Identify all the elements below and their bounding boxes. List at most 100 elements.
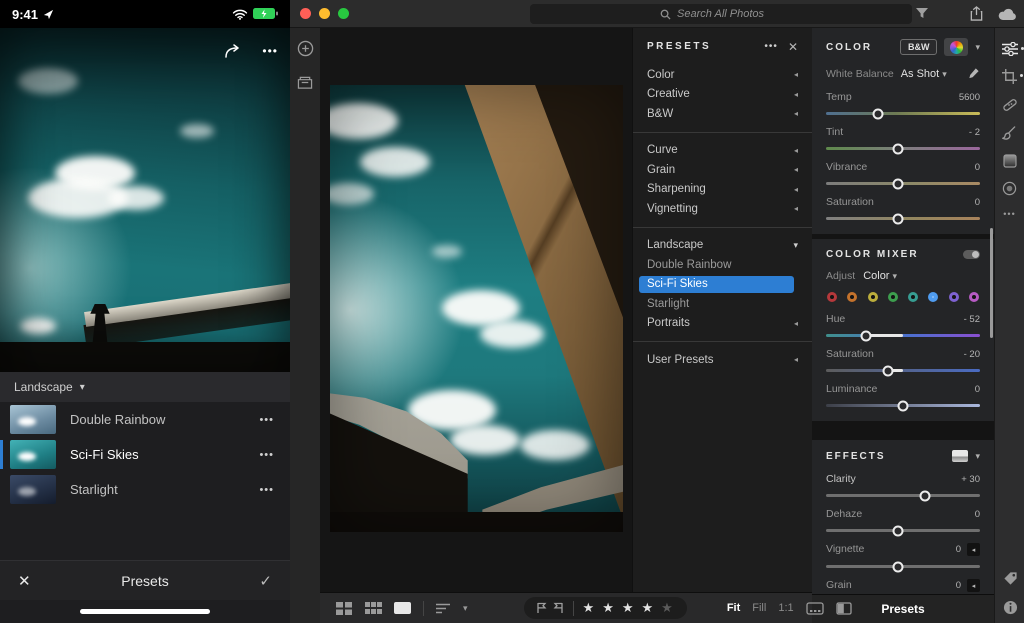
presets-close-icon[interactable]: ✕ xyxy=(788,40,798,54)
channel-magenta-dot[interactable] xyxy=(969,292,979,302)
zoom-1-1-button[interactable]: 1:1 xyxy=(778,602,793,614)
add-photos-icon[interactable] xyxy=(297,40,314,57)
filter-funnel-icon[interactable] xyxy=(915,6,929,20)
apply-check-icon[interactable]: ✓ xyxy=(259,572,272,590)
mixer-toggle-icon[interactable] xyxy=(963,250,980,259)
channel-aqua-dot[interactable] xyxy=(908,292,918,302)
vignette-expand-icon[interactable]: ◂ xyxy=(967,543,980,556)
linear-gradient-tool[interactable] xyxy=(1003,154,1017,168)
preset-group-user-presets[interactable]: User Presets◂ xyxy=(633,350,812,370)
before-after-icon[interactable] xyxy=(836,602,852,615)
filmstrip-toggle-icon[interactable] xyxy=(806,602,824,615)
clarity-slider-thumb[interactable] xyxy=(919,490,930,501)
edit-panel-scrollbar[interactable] xyxy=(990,228,993,338)
cancel-icon[interactable]: ✕ xyxy=(18,572,31,590)
info-icon[interactable] xyxy=(1003,600,1018,615)
grain-expand-icon[interactable]: ◂ xyxy=(967,579,980,592)
preset-group-landscape[interactable]: Landscape▾ xyxy=(633,236,812,256)
channel-yellow-dot[interactable] xyxy=(868,292,878,302)
channel-purple-dot[interactable] xyxy=(949,292,959,302)
more-icon[interactable]: ••• xyxy=(259,414,274,426)
share-icon[interactable] xyxy=(970,6,983,21)
keywords-tag-icon[interactable] xyxy=(1003,571,1018,586)
chevron-down-icon[interactable]: ▾ xyxy=(975,451,980,462)
search-field[interactable] xyxy=(530,4,912,24)
preset-group-grain[interactable]: Grain◂ xyxy=(633,160,812,180)
home-indicator[interactable] xyxy=(80,609,210,614)
temp-slider-track[interactable] xyxy=(826,112,980,115)
window-close-button[interactable] xyxy=(300,8,311,19)
preset-group-portraits[interactable]: Portraits◂ xyxy=(633,314,812,334)
list-item-double-rainbow[interactable]: Double Rainbow ••• xyxy=(0,402,290,437)
preset-group-dropdown[interactable]: Landscape ▾ xyxy=(0,372,290,402)
zoom-fill-button[interactable]: Fill xyxy=(752,602,766,614)
star-5-icon[interactable]: ★ xyxy=(661,600,675,616)
grid-view-icon[interactable] xyxy=(336,602,353,615)
square-grid-view-icon[interactable] xyxy=(365,602,382,615)
preset-group-curve[interactable]: Curve◂ xyxy=(633,141,812,161)
tint-slider-thumb[interactable] xyxy=(893,143,904,154)
window-zoom-button[interactable] xyxy=(338,8,349,19)
preset-group-sharpening[interactable]: Sharpening◂ xyxy=(633,180,812,200)
dehaze-slider-track[interactable] xyxy=(826,529,980,532)
list-item-starlight[interactable]: Starlight ••• xyxy=(0,472,290,507)
mixer-saturation-thumb[interactable] xyxy=(882,365,893,376)
phone-photo-preview[interactable]: ••• xyxy=(0,28,290,372)
channel-blue-dot-selected[interactable] xyxy=(928,292,938,302)
hue-slider-track[interactable] xyxy=(826,334,980,337)
share-redo-icon[interactable] xyxy=(224,44,242,58)
more-icon[interactable]: ••• xyxy=(259,449,274,461)
star-2-icon[interactable]: ★ xyxy=(602,600,616,616)
tint-slider-track[interactable] xyxy=(826,147,980,150)
mixer-saturation-track[interactable] xyxy=(826,369,980,372)
more-icon[interactable]: ••• xyxy=(262,44,278,58)
sort-icon[interactable] xyxy=(436,603,451,614)
luminance-slider-track[interactable] xyxy=(826,404,980,407)
window-minimize-button[interactable] xyxy=(319,8,330,19)
white-balance-dropdown[interactable]: As Shot ▾ xyxy=(901,68,960,80)
vibrance-slider-thumb[interactable] xyxy=(893,178,904,189)
channel-red-dot[interactable] xyxy=(827,292,837,302)
temp-slider-thumb[interactable] xyxy=(873,108,884,119)
dehaze-slider-thumb[interactable] xyxy=(893,525,904,536)
vibrance-slider-track[interactable] xyxy=(826,182,980,185)
sort-chevron-icon[interactable]: ▾ xyxy=(463,603,468,614)
pick-flag-icon[interactable] xyxy=(536,602,547,614)
vignette-slider-thumb[interactable] xyxy=(893,561,904,572)
eyedropper-icon[interactable] xyxy=(967,67,980,80)
channel-green-dot[interactable] xyxy=(888,292,898,302)
hue-slider-thumb[interactable] xyxy=(861,330,872,341)
cloud-sync-icon[interactable] xyxy=(998,8,1017,21)
list-item-scifi-skies[interactable]: Sci-Fi Skies ••• xyxy=(0,437,290,472)
vignette-slider-track[interactable] xyxy=(826,565,980,568)
detail-view-icon-active[interactable] xyxy=(394,602,411,614)
radial-gradient-tool[interactable] xyxy=(1002,181,1017,196)
preset-double-rainbow[interactable]: Double Rainbow xyxy=(633,255,812,275)
preset-scifi-skies-selected[interactable]: Sci-Fi Skies xyxy=(639,276,794,294)
star-1-icon[interactable]: ★ xyxy=(583,600,597,616)
main-photo[interactable] xyxy=(330,85,623,532)
preset-group-color[interactable]: Color◂ xyxy=(633,65,812,85)
healing-brush-tool[interactable] xyxy=(1002,97,1018,113)
preset-group-bw[interactable]: B&W◂ xyxy=(633,104,812,124)
adjust-dropdown[interactable]: Color ▾ xyxy=(863,270,897,282)
saturation-slider-thumb[interactable] xyxy=(893,213,904,224)
preset-starlight[interactable]: Starlight xyxy=(633,294,812,314)
edit-sliders-tool[interactable] xyxy=(1002,42,1018,56)
crop-tool[interactable] xyxy=(1002,69,1017,84)
reject-flag-icon[interactable] xyxy=(553,602,564,614)
luminance-slider-thumb[interactable] xyxy=(898,400,909,411)
more-tools-icon[interactable]: ••• xyxy=(1003,209,1015,219)
star-4-icon[interactable]: ★ xyxy=(642,600,656,616)
presets-more-icon[interactable]: ••• xyxy=(764,41,778,52)
star-3-icon[interactable]: ★ xyxy=(622,600,636,616)
saturation-slider-track[interactable] xyxy=(826,217,980,220)
brush-tool[interactable] xyxy=(1002,126,1017,141)
channel-orange-dot[interactable] xyxy=(847,292,857,302)
bw-toggle-button[interactable]: B&W xyxy=(900,39,938,55)
color-mode-button[interactable] xyxy=(944,38,968,56)
preset-group-vignetting[interactable]: Vignetting◂ xyxy=(633,199,812,219)
albums-icon[interactable] xyxy=(297,75,313,90)
preset-group-creative[interactable]: Creative◂ xyxy=(633,85,812,105)
clarity-slider-track[interactable] xyxy=(826,494,980,497)
